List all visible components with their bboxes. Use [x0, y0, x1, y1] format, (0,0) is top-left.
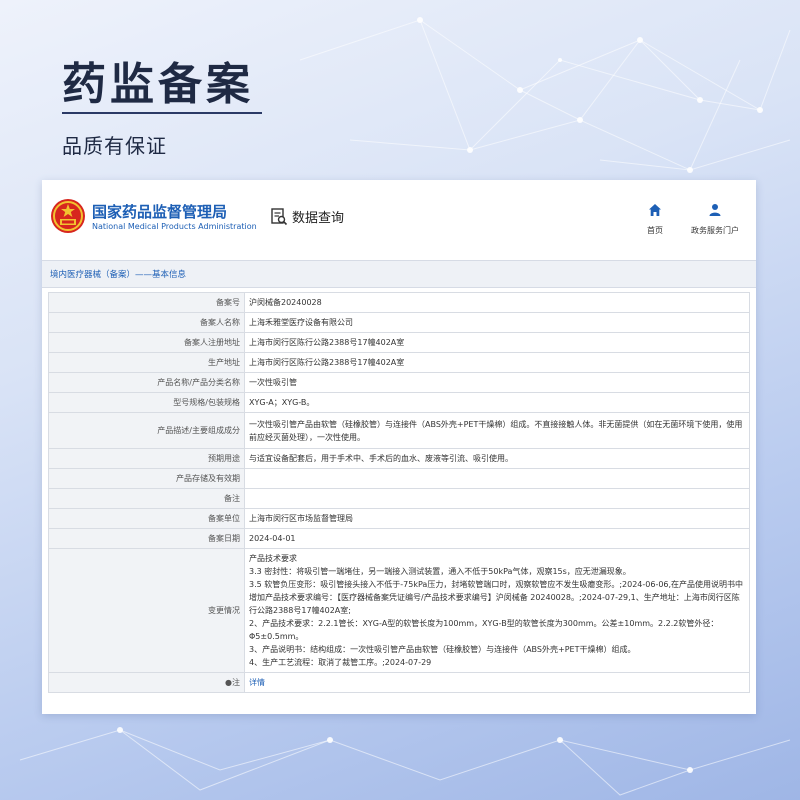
table-row: 备注 — [48, 488, 750, 509]
table-row: 产品描述/主要组成成分 一次性吸引管产品由软管（硅橡胶管）与连接件（ABS外壳+P… — [48, 412, 750, 449]
row-value: 与适宜设备配套后，用于手术中、手术后的血水、废液等引流、吸引使用。 — [244, 448, 750, 469]
note-label: 注 — [232, 678, 240, 687]
data-query-link[interactable]: 数据查询 — [270, 207, 344, 226]
row-value: 2024-04-01 — [244, 528, 750, 549]
table-row: 产品存储及有效期 — [48, 468, 750, 489]
table-row: 产品名称/产品分类名称 一次性吸引管 — [48, 372, 750, 393]
site-header: 国家药品监督管理局 National Medical Products Admi… — [42, 180, 756, 261]
change-line: 产品技术要求 — [249, 554, 297, 563]
row-label: 备案人名称 — [48, 312, 245, 333]
hero-divider — [62, 112, 262, 114]
table-row: 备案单位 上海市闵行区市场监督管理局 — [48, 508, 750, 529]
row-value: 上海市闵行区市场监督管理局 — [244, 508, 750, 529]
national-emblem-icon — [51, 199, 85, 233]
row-label: 产品存储及有效期 — [48, 468, 245, 489]
nmpa-screenshot-panel: 国家药品监督管理局 National Medical Products Admi… — [42, 180, 756, 714]
change-line: 3、产品说明书：结构组成：一次性吸引管产品由软管（硅橡胶管）与连接件（ABS外壳… — [249, 645, 636, 654]
breadcrumb-bar: 境内医疗器械（备案）——基本信息 — [42, 261, 756, 288]
change-line: 2、产品技术要求：2.2.1管长：XYG-A型的软管长度为100mm，XYG-B… — [249, 619, 719, 641]
breadcrumb[interactable]: 境内医疗器械（备案）——基本信息 — [50, 268, 186, 280]
row-label: 变更情况 — [48, 548, 245, 673]
row-label: 产品名称/产品分类名称 — [48, 372, 245, 393]
row-value: 上海禾雅堂医疗设备有限公司 — [244, 312, 750, 333]
document-search-icon — [271, 207, 288, 225]
row-label: 备注 — [48, 488, 245, 509]
row-label: 备案人注册地址 — [48, 332, 245, 353]
row-label: 预期用途 — [48, 448, 245, 469]
record-detail-table: 备案号 沪闵械备20240028 备案人名称 上海禾雅堂医疗设备有限公司 备案人注册地址… — [48, 292, 750, 693]
table-row: 备案号 沪闵械备20240028 — [48, 292, 750, 313]
row-value: 一次性吸引管产品由软管（硅橡胶管）与连接件（ABS外壳+PET干燥棉）组成。不直… — [244, 412, 750, 449]
table-row-changes: 变更情况 产品技术要求 3.3 密封性：将吸引管一端堵住，另一端接入测试装置，通… — [48, 548, 750, 673]
note-value: 详情 — [244, 672, 750, 693]
row-value: 上海市闵行区陈行公路2388号17幢402A室 — [244, 332, 750, 353]
row-value — [244, 468, 750, 489]
note-icon: ● — [225, 678, 232, 687]
table-row: 预期用途 与适宜设备配套后，用于手术中、手术后的血水、废液等引流、吸引使用。 — [48, 448, 750, 469]
nav-home-label: 首页 — [647, 226, 663, 235]
row-value: XYG-A；XYG-B。 — [244, 392, 750, 413]
site-name-cn: 国家药品监督管理局 — [92, 203, 228, 221]
nav-home[interactable]: 首页 — [640, 202, 670, 236]
row-label: 备案单位 — [48, 508, 245, 529]
hero-subtitle: 品质有保证 — [62, 134, 167, 158]
table-row-note: ●注 详情 — [48, 672, 750, 693]
table-row: 备案人注册地址 上海市闵行区陈行公路2388号17幢402A室 — [48, 332, 750, 353]
row-label: 生产地址 — [48, 352, 245, 373]
table-row: 备案日期 2024-04-01 — [48, 528, 750, 549]
row-label: ●注 — [48, 672, 245, 693]
nav-service-portal[interactable]: 政务服务门户 — [684, 202, 746, 236]
nav-portal-label: 政务服务门户 — [691, 226, 739, 235]
hero-title: 药监备案 — [62, 59, 254, 110]
home-icon — [649, 204, 661, 216]
row-value: 一次性吸引管 — [244, 372, 750, 393]
user-icon — [709, 204, 721, 216]
row-label: 型号规格/包装规格 — [48, 392, 245, 413]
site-name-en: National Medical Products Administration — [92, 222, 257, 231]
row-label: 备案日期 — [48, 528, 245, 549]
change-line: 3.3 密封性：将吸引管一端堵住，另一端接入测试装置，通入不低于50kPa气体，… — [249, 567, 631, 576]
data-query-label: 数据查询 — [292, 211, 345, 226]
table-row: 生产地址 上海市闵行区陈行公路2388号17幢402A室 — [48, 352, 750, 373]
table-row: 型号规格/包装规格 XYG-A；XYG-B。 — [48, 392, 750, 413]
details-link[interactable]: 详情 — [249, 678, 265, 687]
row-value: 沪闵械备20240028 — [244, 292, 750, 313]
changes-value: 产品技术要求 3.3 密封性：将吸引管一端堵住，另一端接入测试装置，通入不低于5… — [244, 548, 750, 673]
table-row: 备案人名称 上海禾雅堂医疗设备有限公司 — [48, 312, 750, 333]
row-label: 备案号 — [48, 292, 245, 313]
row-value: 上海市闵行区陈行公路2388号17幢402A室 — [244, 352, 750, 373]
row-label: 产品描述/主要组成成分 — [48, 412, 245, 449]
row-value — [244, 488, 750, 509]
change-line: 4、生产工艺流程：取消了裁管工序。;2024-07-29 — [249, 658, 432, 667]
change-line: 3.5 软管负压变形：吸引管接头接入不低于-75kPa压力，封堵软管端口时，观察… — [249, 580, 744, 615]
